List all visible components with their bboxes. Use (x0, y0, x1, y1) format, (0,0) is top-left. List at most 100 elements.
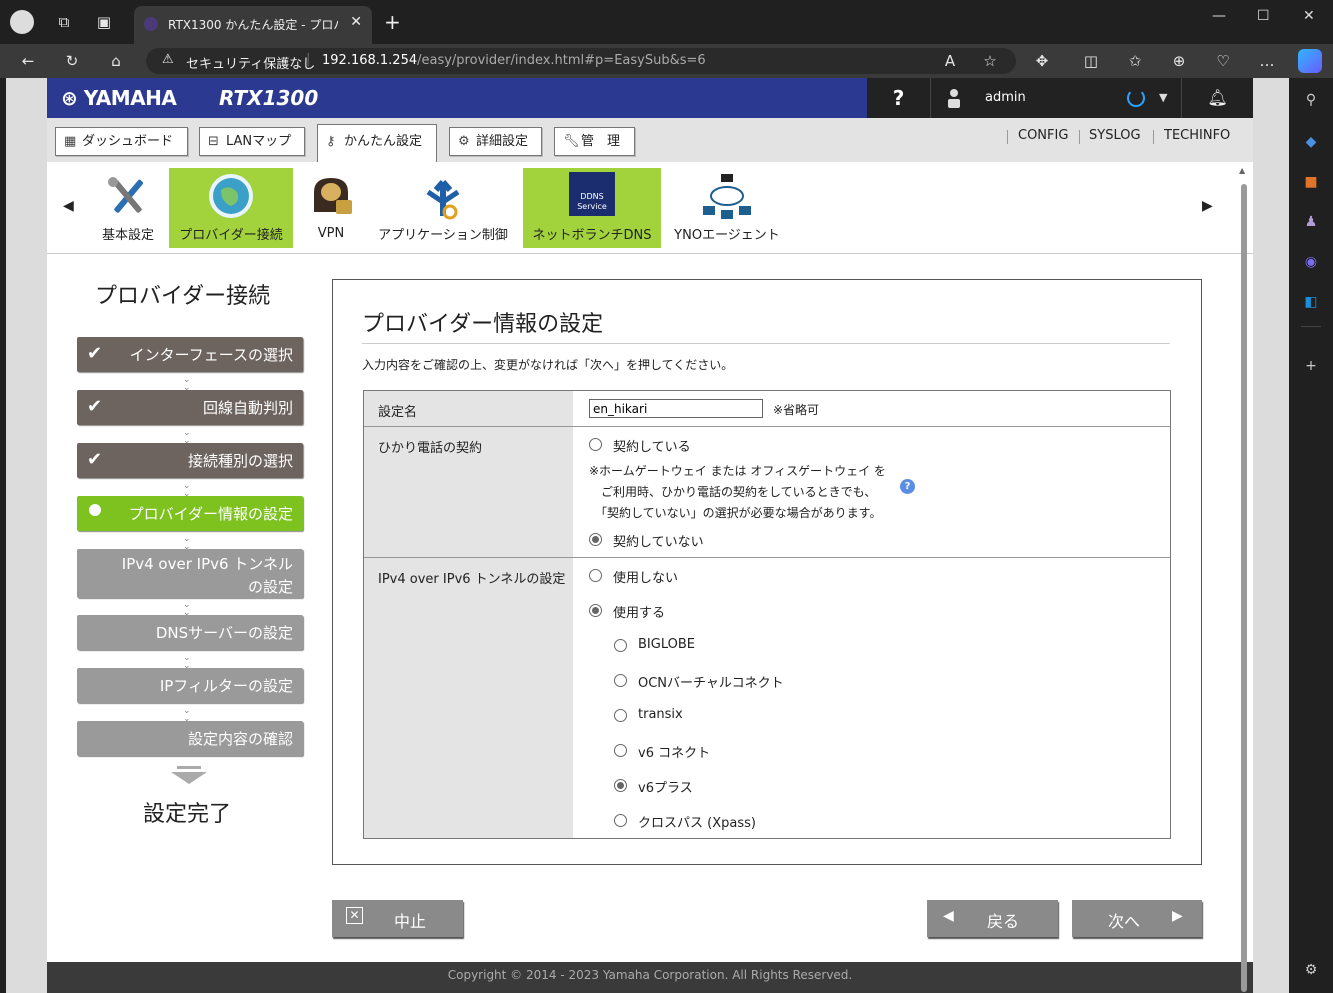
copilot-icon[interactable] (1298, 49, 1322, 73)
performance-icon[interactable]: ♡ (1211, 49, 1235, 73)
games-icon[interactable]: ♟ (1301, 212, 1321, 232)
easy-setup-label: かんたん設定 (344, 134, 423, 149)
provider-radio-ocn[interactable] (614, 674, 627, 687)
home-icon[interactable]: ⌂ (104, 49, 128, 73)
tools-icon[interactable]: ■ (1301, 172, 1321, 192)
hikari-label-cell: ひかり電話の契約 (364, 427, 573, 557)
techinfo-link[interactable]: TECHINFO (1164, 128, 1230, 143)
hikari-yes-radio[interactable] (589, 438, 602, 451)
scrollbar-thumb[interactable] (1241, 184, 1247, 992)
nav-next-icon[interactable]: ▶ (1202, 198, 1213, 214)
add-sidebar-icon[interactable]: + (1301, 356, 1321, 376)
step-label: インターフェースの選択 (129, 346, 293, 364)
step-connection-type[interactable]: ✔ 接続種別の選択 (77, 443, 303, 478)
next-label: 次へ (1108, 912, 1141, 931)
provider-radio-biglobe[interactable] (614, 639, 627, 652)
extensions-icon[interactable]: ✥ (1030, 49, 1054, 73)
hikari-no-label[interactable]: 契約していない (613, 531, 704, 550)
help-button[interactable]: ? (867, 78, 931, 118)
new-tab-icon[interactable]: + (384, 12, 401, 32)
hikari-yes-label[interactable]: 契約している (613, 436, 691, 455)
collections-icon[interactable]: ⊕ (1167, 49, 1191, 73)
provider-label-ocn[interactable]: OCNバーチャルコネクト (638, 672, 784, 691)
nav-basic[interactable]: 基本設定 (97, 168, 159, 248)
chevron-down-icon[interactable]: ▼ (1159, 91, 1167, 104)
copilot-side-icon[interactable]: ◉ (1301, 252, 1321, 272)
provider-label-transix[interactable]: transix (638, 707, 683, 722)
lanmap-label: LANマップ (226, 134, 292, 149)
refresh-icon[interactable]: ↻ (60, 49, 84, 73)
bell-icon[interactable]: 🔔︎ (1181, 78, 1253, 118)
back-button[interactable]: ◀ 戻る (927, 900, 1058, 937)
cancel-button[interactable]: ✕ 中止 (332, 900, 463, 937)
hikari-no-radio[interactable] (589, 533, 602, 546)
maximize-icon[interactable]: ☐ (1257, 8, 1270, 24)
provider-label-v6plus[interactable]: v6プラス (638, 777, 693, 796)
tab-actions-icon[interactable]: ▣ (92, 10, 116, 34)
provider-radio-v6connect[interactable] (614, 744, 627, 757)
provider-label-v6connect[interactable]: v6 コネクト (638, 742, 710, 761)
step-auto-detect[interactable]: ✔ 回線自動判別 (77, 390, 303, 425)
menu-dots-icon[interactable]: … (1255, 49, 1279, 73)
name-input[interactable] (589, 399, 763, 418)
dashboard-label: ダッシュボード (82, 134, 174, 149)
help-question-icon[interactable]: ? (900, 479, 915, 494)
provider-radio-xpass[interactable] (614, 814, 627, 827)
sidebar-settings-icon[interactable]: ⚙ (1301, 960, 1321, 980)
back-icon[interactable]: ← (16, 49, 40, 73)
provider-info-panel: プロバイダー情報の設定 入力内容をご確認の上、変更がなければ「次へ」を押してくだ… (332, 279, 1202, 865)
read-aloud-icon[interactable]: A (938, 49, 962, 73)
user-name[interactable]: admin (985, 90, 1026, 105)
tunnel-on-label[interactable]: 使用する (613, 602, 665, 621)
browser-tab[interactable]: RTX1300 かんたん設定 - プロバイダー ✕ (134, 6, 372, 44)
close-tab-icon[interactable]: ✕ (350, 14, 362, 30)
step-interface[interactable]: ✔ インターフェースの選択 (77, 337, 303, 372)
step-label: 回線自動判別 (202, 399, 293, 417)
profile-icon[interactable] (10, 10, 34, 34)
down-arrow-icon (171, 766, 207, 784)
yamaha-logo[interactable]: ⊛ YAMAHA (61, 86, 177, 110)
nav-prev-icon[interactable]: ◀ (63, 198, 74, 214)
nav-provider[interactable]: プロバイダー接続 (169, 168, 293, 248)
nav-vpn[interactable]: VPN (303, 168, 359, 248)
provider-label-biglobe[interactable]: BIGLOBE (638, 637, 695, 652)
shopping-tag-icon[interactable]: ◆ (1301, 132, 1321, 152)
tunnel-off-label[interactable]: 使用しない (613, 567, 678, 586)
split-screen-icon[interactable]: ◫ (1079, 49, 1103, 73)
provider-label-xpass[interactable]: クロスパス (Xpass) (638, 812, 756, 831)
dashboard-button[interactable]: ▦ ダッシュボード (55, 127, 188, 156)
security-label: セキュリティ保護なし (186, 57, 316, 72)
config-link[interactable]: CONFIG (1018, 128, 1068, 143)
nav-netvolante-label: ネットボランチDNS (532, 228, 652, 243)
next-triangle-icon: ▶ (1172, 908, 1183, 924)
step-provider-info[interactable]: プロバイダー情報の設定 (77, 496, 303, 531)
url-field[interactable]: ⚠ セキュリティ保護なし | 192.168.1.254/easy/provid… (146, 48, 1016, 74)
nav-netvolante[interactable]: DDNS Service ネットボランチDNS (523, 168, 661, 248)
search-icon[interactable]: ⚲ (1301, 90, 1321, 110)
provider-radio-v6plus[interactable] (614, 779, 627, 792)
workspaces-icon[interactable]: ⧉ (52, 10, 76, 34)
tunnel-off-radio[interactable] (589, 569, 602, 582)
model-name: RTX1300 (219, 86, 319, 110)
nav-app-control[interactable]: アプリケーション制御 (373, 168, 513, 248)
url-path: /easy/provider/index.html#p=EasySub&s=6 (417, 53, 706, 68)
tunnel-on-radio[interactable] (589, 604, 602, 617)
close-window-icon[interactable]: ✕ (1303, 8, 1315, 24)
nav-yno[interactable]: YNOエージェント (671, 168, 783, 248)
lanmap-button[interactable]: ⊟ LANマップ (199, 127, 305, 156)
outlook-icon[interactable]: ◧ (1301, 292, 1321, 312)
minimize-icon[interactable]: — (1212, 8, 1226, 24)
syslog-link[interactable]: SYSLOG (1089, 128, 1141, 143)
step-dns: DNSサーバーの設定 (77, 615, 303, 650)
scroll-up-icon[interactable]: ▲ (1239, 166, 1245, 175)
page-scrollbar[interactable]: ▲ ▼ (1238, 164, 1250, 993)
next-button[interactable]: 次へ ▶ (1072, 900, 1202, 937)
hikari-value-cell: 契約している ※ホームゲートウェイ または オフィスゲートウェイ を ご利用時、… (573, 427, 1170, 557)
user-icon (948, 89, 960, 108)
manage-button[interactable]: 🔧︎管 理 (554, 127, 635, 156)
provider-radio-transix[interactable] (614, 709, 627, 722)
easy-setup-button[interactable]: ⚷ かんたん設定 (317, 124, 437, 162)
detail-settings-button[interactable]: ⚙ 詳細設定 (449, 127, 542, 156)
favorite-star-icon[interactable]: ☆ (978, 49, 1002, 73)
favorites-icon[interactable]: ✩ (1123, 49, 1147, 73)
